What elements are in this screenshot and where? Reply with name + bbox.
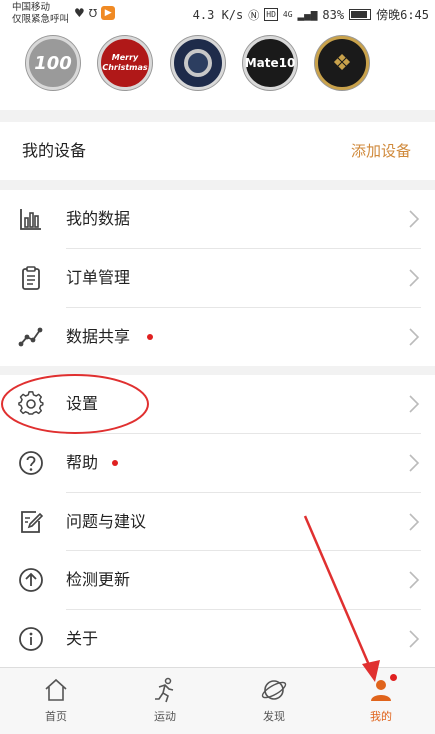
menu-item-orders[interactable]: 订单管理 xyxy=(0,249,435,307)
clipboard-icon xyxy=(22,266,40,290)
status-bar: 中国移动 仅限紧急呼叫 ♥ Ʊ ▶ 4.3 K/s Ⓝ HD 4G ▂▄▆ 83… xyxy=(0,0,435,28)
carrier-info: 中国移动 仅限紧急呼叫 xyxy=(12,2,69,26)
status-right: 4.3 K/s Ⓝ HD 4G ▂▄▆ 83% 傍晚6:45 xyxy=(193,6,429,23)
devices-title: 我的设备 xyxy=(22,141,87,160)
heart-rate-icon: ♥ xyxy=(74,6,85,20)
chevron-right-icon xyxy=(409,269,420,287)
menu-group-settings: 设置 帮助 问题与建议 检测更新 关于 xyxy=(0,375,435,667)
chevron-right-icon xyxy=(409,630,420,648)
notification-dot xyxy=(147,334,153,340)
nfc-icon: Ⓝ xyxy=(248,8,260,22)
battery-percent: 83% xyxy=(322,7,345,22)
battery-icon xyxy=(349,9,372,20)
share-graph-icon xyxy=(18,327,43,347)
home-icon xyxy=(45,678,67,701)
tab-label: 我的 xyxy=(370,710,392,723)
medal-strip[interactable]: 100 Merry Christmas Mate10 ❖ xyxy=(0,28,435,110)
chevron-right-icon xyxy=(409,210,420,228)
menu-item-label: 设置 xyxy=(66,394,99,413)
medal-gold[interactable]: ❖ xyxy=(315,36,369,90)
chevron-right-icon xyxy=(409,328,420,346)
bottom-tab-bar: 首页 运动 发现 我的 xyxy=(0,667,435,734)
menu-item-check-update[interactable]: 检测更新 xyxy=(0,551,435,609)
tab-home[interactable]: 首页 xyxy=(2,668,110,734)
tab-discover[interactable]: 发现 xyxy=(220,668,328,734)
menu-item-label: 数据共享 xyxy=(66,327,131,346)
medal-watch[interactable] xyxy=(171,36,225,90)
menu-item-about[interactable]: 关于 xyxy=(0,610,435,668)
medal-100[interactable]: 100 xyxy=(26,36,80,90)
devices-card: 我的设备 添加设备 xyxy=(0,122,435,180)
menu-item-settings[interactable]: 设置 xyxy=(0,375,435,433)
add-device-button[interactable]: 添加设备 xyxy=(351,122,411,180)
medal-text: Merry Christmas xyxy=(102,53,148,72)
profile-icon xyxy=(371,680,391,701)
chevron-right-icon xyxy=(409,395,420,413)
info-icon xyxy=(19,627,43,651)
question-icon xyxy=(19,451,43,475)
running-icon xyxy=(155,677,174,703)
medal-mate10[interactable]: Mate10 xyxy=(243,36,297,90)
notification-icons: ♥ Ʊ ▶ xyxy=(74,6,116,20)
menu-item-label: 订单管理 xyxy=(66,268,131,287)
hd-badge: HD xyxy=(264,8,278,21)
edit-icon xyxy=(21,511,44,533)
chevron-right-icon xyxy=(409,513,420,531)
menu-item-label: 我的数据 xyxy=(66,209,131,228)
menu-item-label: 关于 xyxy=(66,629,99,648)
planet-icon xyxy=(261,680,287,700)
video-app-icon: ▶ xyxy=(101,6,116,20)
menu-item-label: 帮助 xyxy=(66,453,99,472)
medal-text: Mate10 xyxy=(244,56,296,70)
tab-me[interactable]: 我的 xyxy=(327,668,435,734)
menu-item-feedback[interactable]: 问题与建议 xyxy=(0,493,435,551)
medal-text: 100 xyxy=(34,52,72,74)
watch-icon xyxy=(184,49,212,77)
menu-group-data: 我的数据 订单管理 数据共享 xyxy=(0,190,435,366)
tab-label: 首页 xyxy=(45,710,67,723)
tab-sports[interactable]: 运动 xyxy=(111,668,219,734)
bar-chart-icon xyxy=(20,209,41,230)
menu-item-data-share[interactable]: 数据共享 xyxy=(0,308,435,366)
carrier-status: 仅限紧急呼叫 xyxy=(12,14,70,25)
tab-label: 发现 xyxy=(263,710,285,723)
gold-emblem-icon: ❖ xyxy=(332,50,352,76)
menu-item-help[interactable]: 帮助 xyxy=(0,434,435,492)
network-speed: 4.3 K/s xyxy=(192,7,244,22)
menu-item-my-data[interactable]: 我的数据 xyxy=(0,190,435,248)
carrier-name: 中国移动 xyxy=(12,2,51,13)
chevron-right-icon xyxy=(409,571,420,589)
notification-dot xyxy=(112,460,118,466)
gear-icon xyxy=(18,391,44,415)
menu-item-label: 检测更新 xyxy=(66,570,131,589)
signal-icon: ▂▄▆ xyxy=(297,8,318,21)
notification-dot xyxy=(390,674,397,681)
medal-christmas[interactable]: Merry Christmas xyxy=(98,36,152,90)
tab-label: 运动 xyxy=(154,710,176,723)
network-type: 4G xyxy=(282,10,293,19)
clock: 傍晚6:45 xyxy=(376,8,429,22)
upload-icon xyxy=(19,568,43,592)
chevron-right-icon xyxy=(409,454,420,472)
alarm-icon: Ʊ xyxy=(88,6,98,20)
menu-item-label: 问题与建议 xyxy=(66,512,147,531)
